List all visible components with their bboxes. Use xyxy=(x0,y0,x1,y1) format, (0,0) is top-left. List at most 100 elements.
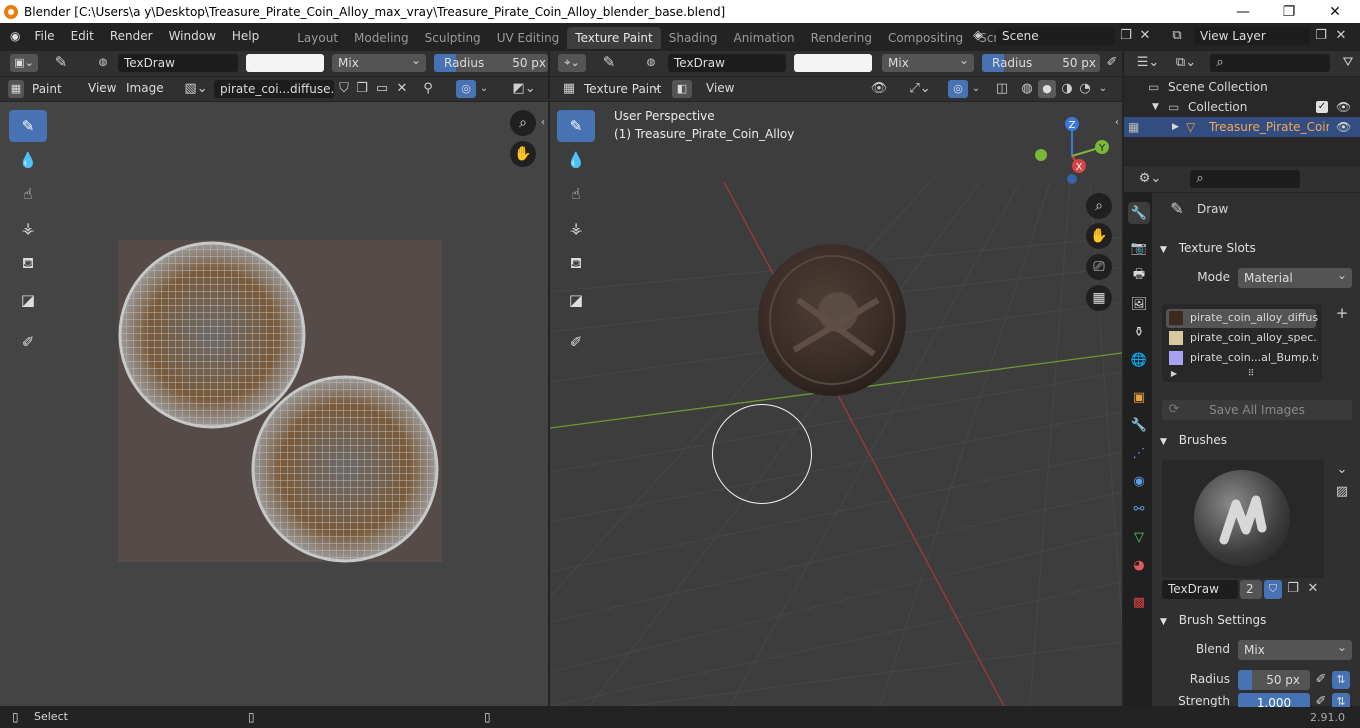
blender-menu-icon[interactable]: ◉ xyxy=(0,23,26,49)
tab-shading[interactable]: Shading xyxy=(661,27,726,49)
image-pan-hand-icon[interactable]: ✋ xyxy=(510,141,536,167)
viewport-tool-clone[interactable]: ⚶ xyxy=(557,212,595,244)
face-mask-icon[interactable]: ◧ xyxy=(672,80,692,98)
viewport-canvas[interactable]: User Perspective (1) Treasure_Pirate_Coi… xyxy=(550,102,1122,706)
fake-user-shield-icon[interactable]: ⛉ xyxy=(336,81,352,97)
menu-edit[interactable]: Edit xyxy=(63,23,102,49)
tab-render-icon[interactable]: 📷 xyxy=(1128,237,1150,259)
tab-constraints-icon[interactable]: ⚯ xyxy=(1128,498,1150,520)
viewport-radius-field[interactable]: Radius 50 px xyxy=(982,54,1100,72)
viewport-tool-mask[interactable]: ◪ xyxy=(557,284,595,316)
viewport-overlays-toggle[interactable]: ◎ xyxy=(948,80,968,98)
new-view-layer-icon[interactable]: ❐ xyxy=(1313,28,1329,44)
tab-texture-paint[interactable]: Texture Paint xyxy=(567,26,661,49)
tab-output-icon[interactable]: 🖶 xyxy=(1128,265,1150,287)
tool-annotate[interactable]: ✐ xyxy=(9,326,47,358)
delete-view-layer-icon[interactable]: ✕ xyxy=(1334,28,1348,44)
view-layer-selector[interactable]: View Layer xyxy=(1194,27,1310,45)
outliner-object-row[interactable]: ▦ ▶ ▽ Treasure_Pirate_Coir 👁 xyxy=(1124,117,1360,137)
texture-slots-mode-dropdown[interactable]: Material xyxy=(1238,268,1352,288)
viewport-tool-annotate[interactable]: ✐ xyxy=(557,326,595,358)
editor-type-3d-icon[interactable]: ⌖⌄ xyxy=(558,54,586,72)
brush-preview-icon[interactable]: ◍ xyxy=(96,55,110,71)
outliner-display-mode-icon[interactable]: ⧉⌄ xyxy=(1172,55,1200,71)
toggle-perspective-grid-icon[interactable]: ▦ xyxy=(1086,285,1112,311)
tab-sculpting[interactable]: Sculpting xyxy=(417,27,489,49)
menu-help[interactable]: Help xyxy=(224,23,267,49)
scene-selector[interactable]: Scene xyxy=(996,27,1114,45)
viewport-tool-fill[interactable]: ⛾ xyxy=(557,248,595,280)
viewport-overlays-dropdown-icon[interactable]: ⌄ xyxy=(970,81,982,97)
collection-expand-icon[interactable]: ▼ xyxy=(1152,97,1159,117)
tab-modeling[interactable]: Modeling xyxy=(346,27,417,49)
image-blend-dropdown[interactable]: Mix xyxy=(332,54,426,72)
properties-search-field[interactable] xyxy=(1190,170,1300,188)
tool-smear[interactable]: ☝ xyxy=(9,178,47,210)
brushes-panel-header[interactable]: ▼ Brushes xyxy=(1154,430,1354,450)
viewport-tool-draw[interactable]: ✎ xyxy=(557,110,595,142)
delete-scene-icon[interactable]: ✕ xyxy=(1138,28,1152,44)
tool-mask[interactable]: ◪ xyxy=(9,284,47,316)
image-overlays-dropdown-icon[interactable]: ⌄ xyxy=(478,81,490,97)
outliner-filter-icon[interactable]: ⛛ xyxy=(1340,55,1356,71)
image-display-channels-icon[interactable]: ◩⌄ xyxy=(510,81,538,97)
shading-solid-icon[interactable]: ● xyxy=(1038,80,1056,98)
new-scene-icon[interactable]: ❐ xyxy=(1118,28,1134,44)
tab-world-icon[interactable]: 🌐 xyxy=(1128,349,1150,371)
viewport-sidebar-toggle-icon[interactable]: ‹ xyxy=(1112,115,1122,131)
tab-view-layer-icon[interactable]: 🖼 xyxy=(1128,293,1150,315)
tab-uv-editing[interactable]: UV Editing xyxy=(489,27,568,49)
texture-slot-specular[interactable]: pirate_coin_alloy_spec... xyxy=(1190,331,1318,344)
tab-object-icon[interactable]: ▣ xyxy=(1128,386,1150,408)
viewport-brush-color-swatch[interactable] xyxy=(794,54,872,72)
close-button[interactable]: ✕ xyxy=(1312,0,1358,23)
outliner-search-field[interactable] xyxy=(1210,54,1330,72)
open-image-folder-icon[interactable]: ▭ xyxy=(373,81,391,97)
tab-animation[interactable]: Animation xyxy=(725,27,802,49)
menu-render[interactable]: Render xyxy=(102,23,161,49)
outliner-collection[interactable]: ▼ ▭ Collection ✓ 👁 xyxy=(1124,97,1360,117)
image-sidebar-toggle-icon[interactable]: ‹ xyxy=(538,115,548,131)
tab-compositing[interactable]: Compositing xyxy=(880,27,971,49)
viewport-mode-dropdown[interactable]: Texture Paint xyxy=(578,80,666,98)
tool-fill[interactable]: ⛾ xyxy=(9,248,47,280)
paint-mode-dropdown[interactable]: Paint xyxy=(26,80,74,98)
brush-list-dropdown-icon[interactable]: ⌄ xyxy=(1334,462,1350,478)
texture-slot-diffuse[interactable]: pirate_coin_alloy_diffus... xyxy=(1190,311,1318,324)
unlink-brush-icon[interactable]: ✕ xyxy=(1305,581,1321,597)
viewport-tool-soften[interactable]: 💧 xyxy=(557,144,595,176)
brush-name-field[interactable]: TexDraw xyxy=(1162,580,1238,599)
maximize-button[interactable]: ❐ xyxy=(1266,0,1312,23)
add-texture-slot-icon[interactable]: + xyxy=(1334,305,1350,321)
tab-texture-icon[interactable]: ▩ xyxy=(1128,591,1150,613)
tab-particles-icon[interactable]: ⋰ xyxy=(1128,442,1150,464)
object-visibility-eye-icon[interactable]: 👁 xyxy=(1336,117,1351,137)
brush-fake-user-shield-icon[interactable]: ⛉ xyxy=(1264,580,1282,599)
tool-clone[interactable]: ⚶ xyxy=(9,212,47,244)
texture-slot-bump[interactable]: pirate_coin...al_Bump.tga xyxy=(1190,351,1318,364)
viewport-brush-preview-icon[interactable]: ◍ xyxy=(644,55,658,71)
new-image-icon[interactable]: ❐ xyxy=(354,81,370,97)
shading-material-icon[interactable]: ◑ xyxy=(1058,81,1076,97)
image-menu-image[interactable]: Image xyxy=(118,76,172,100)
tab-scene-icon[interactable]: ⚱ xyxy=(1128,321,1150,343)
tab-material-icon[interactable]: ◕ xyxy=(1128,554,1150,576)
menu-window[interactable]: Window xyxy=(161,23,224,49)
tool-draw[interactable]: ✎ xyxy=(9,110,47,142)
brush-settings-panel-header[interactable]: ▼ Brush Settings xyxy=(1154,610,1354,630)
image-browse-icon[interactable]: ▧⌄ xyxy=(184,81,208,97)
collection-exclude-checkbox[interactable]: ✓ xyxy=(1316,101,1328,113)
minimize-button[interactable]: — xyxy=(1220,0,1266,23)
brush-blend-dropdown[interactable]: Mix xyxy=(1238,640,1352,660)
radius-unit-toggle[interactable]: ⇅ xyxy=(1332,671,1350,689)
slots-resize-handle[interactable]: ⠿ xyxy=(1242,366,1260,382)
shading-wireframe-icon[interactable]: ◍ xyxy=(1018,81,1036,97)
tab-layout[interactable]: Layout xyxy=(289,27,346,49)
unlink-image-icon[interactable]: ✕ xyxy=(394,81,410,97)
tab-tool-icon[interactable]: 🔧 xyxy=(1128,202,1150,224)
viewport-tool-smear[interactable]: ☝ xyxy=(557,178,595,210)
xray-toggle-icon[interactable]: ◫ xyxy=(994,81,1010,97)
duplicate-brush-icon[interactable]: ❐ xyxy=(1285,581,1301,597)
camera-view-icon[interactable]: ⎚ xyxy=(1086,254,1112,280)
editor-type-image-icon[interactable]: ▣⌄ xyxy=(10,54,38,72)
